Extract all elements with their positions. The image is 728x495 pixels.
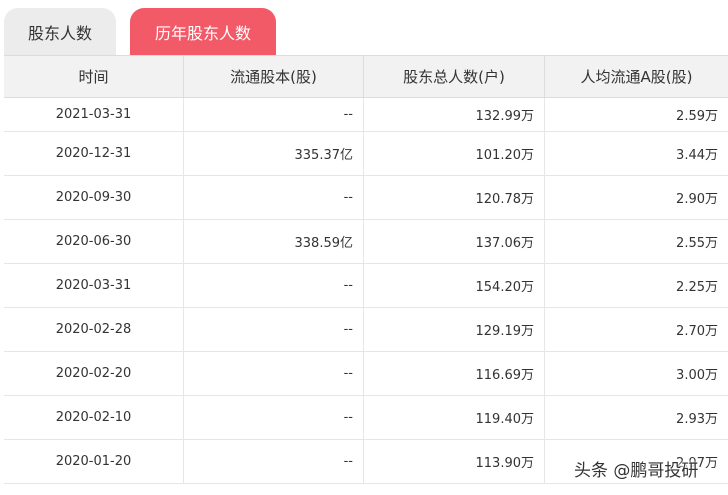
cell-float-shares: -- — [184, 352, 364, 395]
cell-total-holders: 154.20万 — [364, 264, 545, 307]
table-row: 2020-06-30 338.59亿 137.06万 2.55万 — [4, 220, 728, 264]
cell-total-holders: 137.06万 — [364, 220, 545, 263]
cell-avg-float-a-shares: 2.55万 — [676, 236, 718, 251]
table-row: 2020-02-10 -- 119.40万 2.93万 — [4, 396, 728, 440]
cell-float-shares: 338.59亿 — [184, 220, 364, 263]
tab-shareholder-count[interactable]: 股东人数 — [4, 8, 116, 55]
cell-date: 2020-12-31 — [4, 132, 184, 175]
table-row: 2020-12-31 335.37亿 101.20万 3.44万 — [4, 132, 728, 176]
cell-avg-float-a-shares: 2.59万 — [676, 109, 718, 124]
table-row: 2020-02-20 -- 116.69万 3.00万 — [4, 352, 728, 396]
column-header-float-shares: 流通股本(股) — [184, 56, 364, 97]
cell-avg-float-a-shares: 2.93万 — [676, 412, 718, 427]
cell-date: 2020-02-28 — [4, 308, 184, 351]
table-row: 2021-03-31 -- 132.99万 2.59万 — [4, 98, 728, 132]
cell-date: 2020-06-30 — [4, 220, 184, 263]
shareholder-table: 时间 流通股本(股) 股东总人数(户) 人均流通A股(股) 2021-03-31… — [4, 55, 728, 495]
tab-historical-shareholder-count[interactable]: 历年股东人数 — [130, 8, 276, 55]
column-header-total-holders: 股东总人数(户) — [364, 56, 545, 97]
cell-date: 2020-02-10 — [4, 396, 184, 439]
cell-float-shares: -- — [184, 264, 364, 307]
cell-float-shares: -- — [184, 308, 364, 351]
cell-float-shares: -- — [184, 98, 364, 131]
cell-date: 2020-09-30 — [4, 176, 184, 219]
cell-avg-float-a-shares: 2.70万 — [676, 324, 718, 339]
table-body: 2021-03-31 -- 132.99万 2.59万 2020-12-31 335.37… — [4, 98, 728, 484]
watermark: 头条 @鹏哥投研 — [574, 461, 699, 481]
cell-date: 2020-03-31 — [4, 264, 184, 307]
table-row: 2020-09-30 -- 120.78万 2.90万 — [4, 176, 728, 220]
cell-float-shares: -- — [184, 176, 364, 219]
column-header-date: 时间 — [4, 56, 184, 97]
tab-bar: 股东人数 历年股东人数 — [0, 0, 728, 55]
cell-total-holders: 132.99万 — [364, 98, 545, 131]
column-header-avg-float-a-shares: 人均流通A股(股) — [580, 68, 693, 86]
cell-avg-float-a-shares: 2.25万 — [676, 280, 718, 295]
cell-float-shares: 335.37亿 — [184, 132, 364, 175]
table-row: 2020-02-28 -- 129.19万 2.70万 — [4, 308, 728, 352]
cell-date: 2021-03-31 — [4, 98, 184, 131]
table-header: 时间 流通股本(股) 股东总人数(户) 人均流通A股(股) — [4, 55, 728, 98]
cell-float-shares: -- — [184, 396, 364, 439]
cell-total-holders: 116.69万 — [364, 352, 545, 395]
cell-date: 2020-01-20 — [4, 440, 184, 483]
table-row: 2020-03-31 -- 154.20万 2.25万 — [4, 264, 728, 308]
cell-total-holders: 120.78万 — [364, 176, 545, 219]
cell-total-holders: 113.90万 — [364, 440, 545, 483]
cell-date: 2020-02-20 — [4, 352, 184, 395]
cell-avg-float-a-shares: 2.90万 — [676, 192, 718, 207]
cell-total-holders: 119.40万 — [364, 396, 545, 439]
cell-float-shares: -- — [184, 440, 364, 483]
cell-avg-float-a-shares: 3.44万 — [676, 148, 718, 163]
cell-total-holders: 129.19万 — [364, 308, 545, 351]
cell-total-holders: 101.20万 — [364, 132, 545, 175]
cell-avg-float-a-shares: 3.00万 — [676, 368, 718, 383]
